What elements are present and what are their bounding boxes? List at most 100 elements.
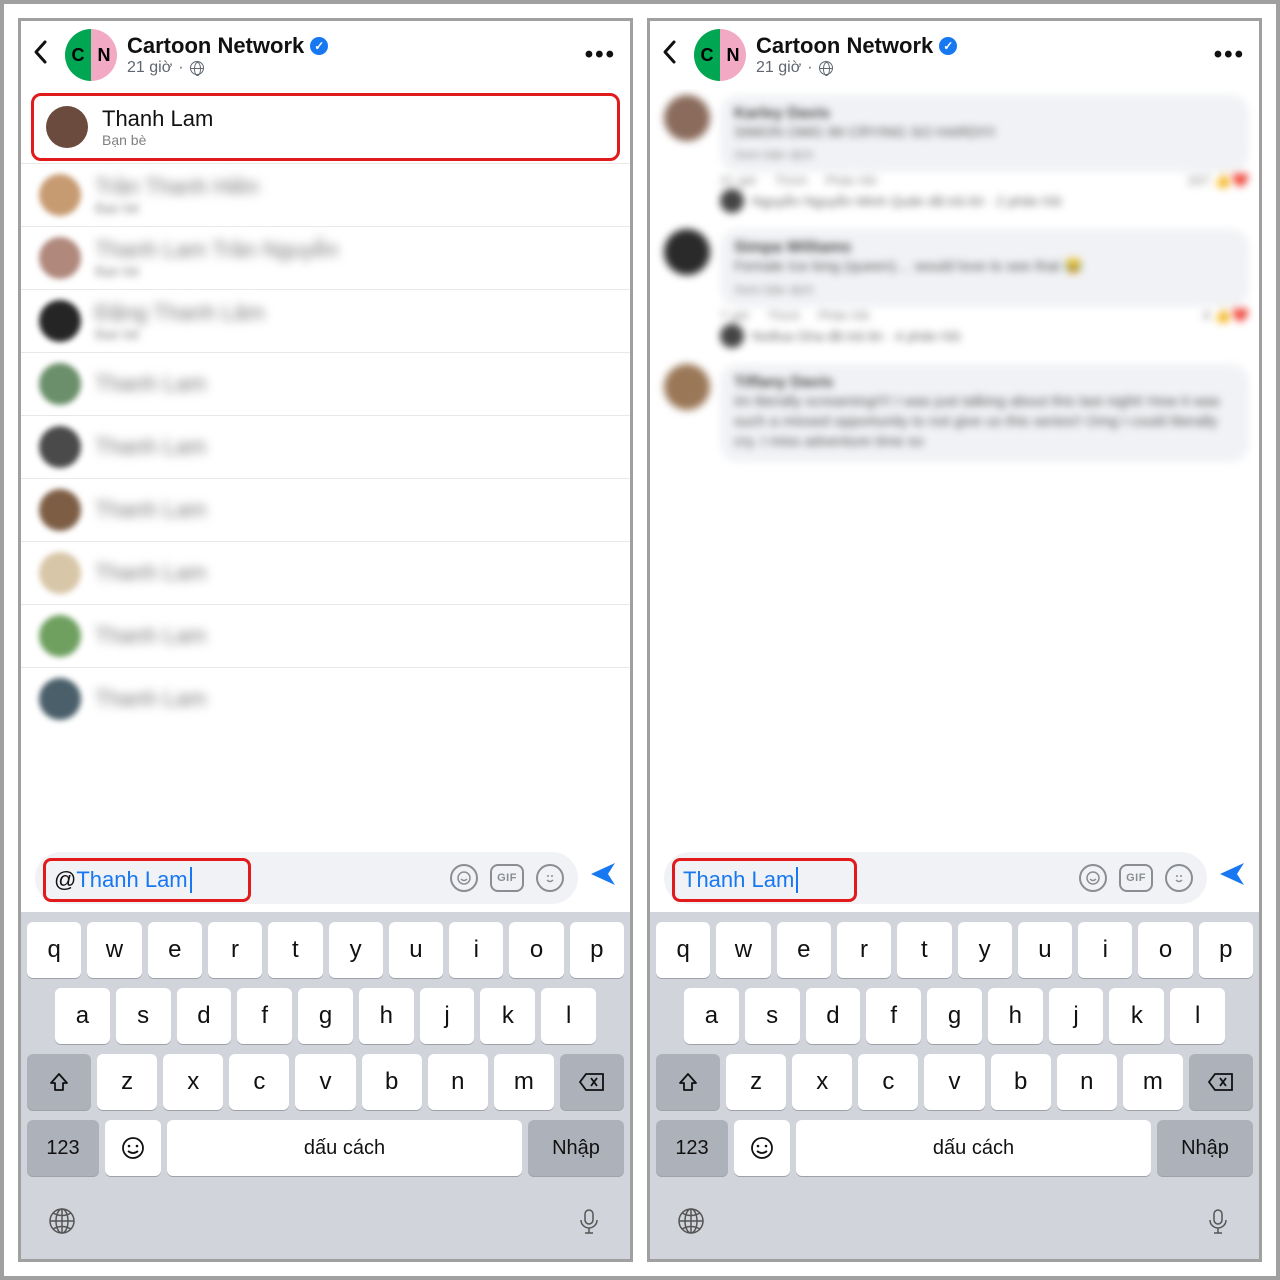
- reply-action[interactable]: Phản hồi: [818, 308, 869, 323]
- mention-suggestion[interactable]: Thanh Lam Bạn bè: [31, 93, 620, 161]
- emoji-icon[interactable]: [536, 864, 564, 892]
- shift-key[interactable]: [656, 1054, 720, 1110]
- page-title[interactable]: Cartoon Network: [756, 33, 933, 59]
- key-f[interactable]: f: [866, 988, 921, 1044]
- commenter-avatar[interactable]: [664, 364, 710, 410]
- key-a[interactable]: a: [684, 988, 739, 1044]
- commenter-name[interactable]: Karley Davis: [734, 105, 1235, 123]
- emoji-keyboard-key[interactable]: [105, 1120, 161, 1176]
- key-j[interactable]: j: [420, 988, 475, 1044]
- key-t[interactable]: t: [268, 922, 322, 978]
- key-l[interactable]: l: [541, 988, 596, 1044]
- mention-suggestion[interactable]: Thanh Lam: [21, 478, 630, 541]
- mention-suggestion[interactable]: Thanh Lam: [21, 541, 630, 604]
- enter-key[interactable]: Nhập: [1157, 1120, 1253, 1176]
- translate-link[interactable]: Xem bản dịch: [734, 282, 1235, 297]
- key-j[interactable]: j: [1049, 988, 1104, 1044]
- more-button[interactable]: •••: [585, 41, 616, 69]
- space-key[interactable]: dấu cách: [796, 1120, 1151, 1176]
- globe-keyboard-icon[interactable]: [676, 1206, 706, 1241]
- numeric-key[interactable]: 123: [27, 1120, 99, 1176]
- key-y[interactable]: y: [329, 922, 383, 978]
- key-h[interactable]: h: [359, 988, 414, 1044]
- key-z[interactable]: z: [97, 1054, 157, 1110]
- key-v[interactable]: v: [295, 1054, 355, 1110]
- mention-suggestion[interactable]: Thanh Lam: [21, 415, 630, 478]
- emoji-icon[interactable]: [1165, 864, 1193, 892]
- mic-icon[interactable]: [574, 1206, 604, 1241]
- mention-suggestion[interactable]: Thanh Lam: [21, 352, 630, 415]
- key-p[interactable]: p: [570, 922, 624, 978]
- key-q[interactable]: q: [27, 922, 81, 978]
- backspace-key[interactable]: [560, 1054, 624, 1110]
- key-o[interactable]: o: [1138, 922, 1192, 978]
- key-u[interactable]: u: [1018, 922, 1072, 978]
- key-e[interactable]: e: [148, 922, 202, 978]
- mention-suggestion[interactable]: Thanh Lam Trần Nguyễn Bạn bè: [21, 226, 630, 289]
- key-w[interactable]: w: [87, 922, 141, 978]
- commenter-name[interactable]: Simpa Williams: [734, 239, 1235, 257]
- key-g[interactable]: g: [298, 988, 353, 1044]
- key-z[interactable]: z: [726, 1054, 786, 1110]
- shift-key[interactable]: [27, 1054, 91, 1110]
- key-t[interactable]: t: [897, 922, 951, 978]
- reply-preview[interactable]: Notfua Gha đã trả lời · 4 phản hồi: [664, 324, 1249, 348]
- key-k[interactable]: k: [480, 988, 535, 1044]
- key-y[interactable]: y: [958, 922, 1012, 978]
- more-button[interactable]: •••: [1214, 41, 1245, 69]
- mention-suggestion[interactable]: Thanh Lam: [21, 667, 630, 730]
- key-b[interactable]: b: [991, 1054, 1051, 1110]
- mention-suggestion[interactable]: Đặng Thanh Lâm Bạn bè: [21, 289, 630, 352]
- key-q[interactable]: q: [656, 922, 710, 978]
- key-w[interactable]: w: [716, 922, 770, 978]
- key-r[interactable]: r: [208, 922, 262, 978]
- mic-icon[interactable]: [1203, 1206, 1233, 1241]
- key-i[interactable]: i: [449, 922, 503, 978]
- key-m[interactable]: m: [1123, 1054, 1183, 1110]
- page-avatar[interactable]: C N: [65, 29, 117, 81]
- emoji-keyboard-key[interactable]: [734, 1120, 790, 1176]
- comment-input[interactable]: Thanh Lam GIF: [664, 852, 1207, 904]
- translate-link[interactable]: Xem bản dịch: [734, 147, 1235, 162]
- gif-icon[interactable]: GIF: [490, 864, 524, 892]
- commenter-name[interactable]: Tiffany Davis: [734, 374, 1235, 392]
- key-i[interactable]: i: [1078, 922, 1132, 978]
- key-x[interactable]: x: [163, 1054, 223, 1110]
- key-b[interactable]: b: [362, 1054, 422, 1110]
- comment-input[interactable]: @Thanh Lam GIF: [35, 852, 578, 904]
- key-c[interactable]: c: [858, 1054, 918, 1110]
- mention-suggestion[interactable]: Thanh Lam: [21, 604, 630, 667]
- key-m[interactable]: m: [494, 1054, 554, 1110]
- key-s[interactable]: s: [745, 988, 800, 1044]
- key-o[interactable]: o: [509, 922, 563, 978]
- like-action[interactable]: Thích: [768, 308, 801, 323]
- enter-key[interactable]: Nhập: [528, 1120, 624, 1176]
- key-v[interactable]: v: [924, 1054, 984, 1110]
- key-d[interactable]: d: [806, 988, 861, 1044]
- key-n[interactable]: n: [428, 1054, 488, 1110]
- page-avatar[interactable]: C N: [694, 29, 746, 81]
- key-u[interactable]: u: [389, 922, 443, 978]
- sticker-icon[interactable]: [1079, 864, 1107, 892]
- mention-suggestion[interactable]: Trần Thanh Hiền Bạn bè: [21, 163, 630, 226]
- back-button[interactable]: [31, 38, 59, 73]
- send-button[interactable]: [588, 859, 618, 897]
- like-action[interactable]: Thích: [775, 173, 808, 188]
- key-n[interactable]: n: [1057, 1054, 1117, 1110]
- key-h[interactable]: h: [988, 988, 1043, 1044]
- reply-action[interactable]: Phản hồi: [825, 173, 876, 188]
- reply-preview[interactable]: Nguyễn Nguyễn Minh Quân đã trả lời · 2 p…: [664, 189, 1249, 213]
- send-button[interactable]: [1217, 859, 1247, 897]
- key-p[interactable]: p: [1199, 922, 1253, 978]
- key-r[interactable]: r: [837, 922, 891, 978]
- backspace-key[interactable]: [1189, 1054, 1253, 1110]
- sticker-icon[interactable]: [450, 864, 478, 892]
- globe-keyboard-icon[interactable]: [47, 1206, 77, 1241]
- key-k[interactable]: k: [1109, 988, 1164, 1044]
- key-d[interactable]: d: [177, 988, 232, 1044]
- key-f[interactable]: f: [237, 988, 292, 1044]
- numeric-key[interactable]: 123: [656, 1120, 728, 1176]
- key-s[interactable]: s: [116, 988, 171, 1044]
- commenter-avatar[interactable]: [664, 95, 710, 141]
- commenter-avatar[interactable]: [664, 229, 710, 275]
